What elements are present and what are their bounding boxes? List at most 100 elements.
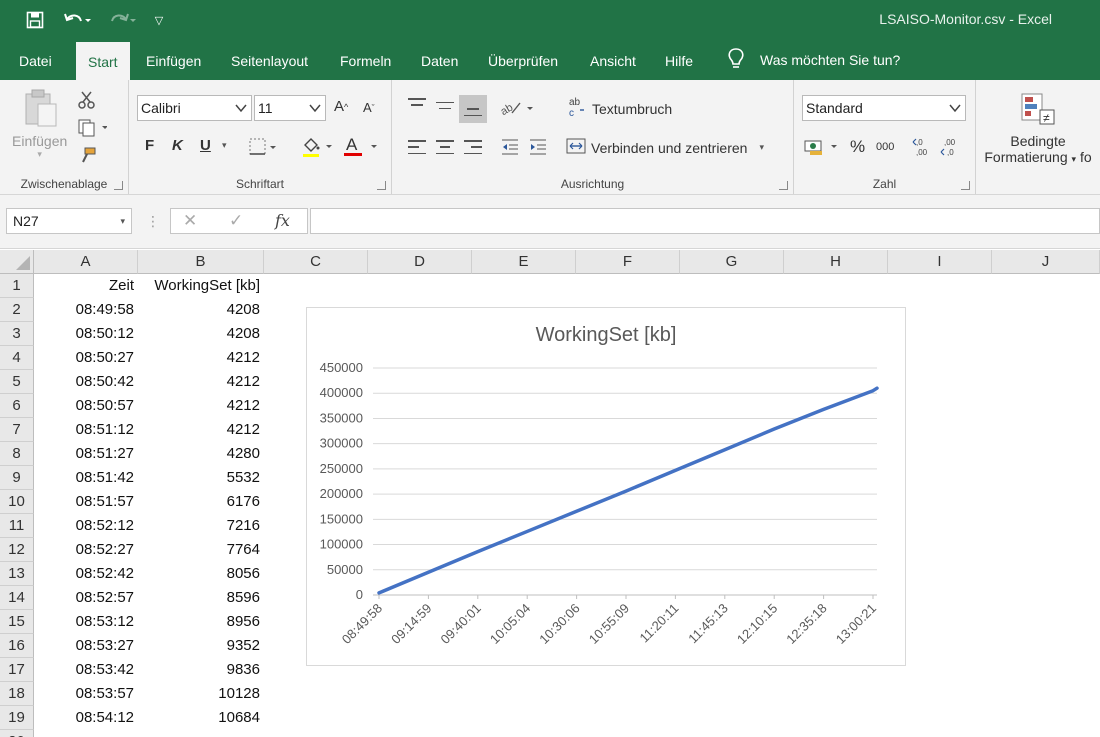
column-header[interactable]: H bbox=[784, 250, 888, 274]
cell-b[interactable]: 8596 bbox=[138, 586, 264, 610]
format-painter-icon[interactable] bbox=[77, 146, 97, 166]
row-header[interactable]: 2 bbox=[0, 298, 34, 322]
cell-b[interactable]: 5532 bbox=[138, 466, 264, 490]
cell-b[interactable]: 4212 bbox=[138, 418, 264, 442]
font-launcher-icon[interactable] bbox=[377, 181, 386, 190]
tab-einfuegen[interactable]: Einfügen bbox=[134, 40, 213, 80]
merge-center-button[interactable]: Verbinden und zentrieren ▾ bbox=[566, 136, 764, 159]
cell-b[interactable]: 8056 bbox=[138, 562, 264, 586]
cell-a[interactable] bbox=[34, 730, 138, 737]
thousands-separator-button[interactable]: 000 bbox=[876, 141, 894, 153]
cell-b[interactable]: 7216 bbox=[138, 514, 264, 538]
cell-b[interactable] bbox=[138, 730, 264, 737]
select-all-corner[interactable] bbox=[0, 250, 34, 274]
save-icon[interactable] bbox=[22, 8, 48, 32]
number-launcher-icon[interactable] bbox=[961, 181, 970, 190]
cell-a[interactable]: 08:53:42 bbox=[34, 658, 138, 682]
align-middle-icon[interactable] bbox=[436, 100, 454, 114]
cell-b[interactable]: 10128 bbox=[138, 682, 264, 706]
align-bottom-icon[interactable] bbox=[459, 95, 487, 123]
cell-b[interactable]: 4280 bbox=[138, 442, 264, 466]
bold-button[interactable]: F bbox=[145, 137, 154, 154]
tab-datei[interactable]: Datei bbox=[7, 40, 64, 80]
row-header[interactable]: 12 bbox=[0, 538, 34, 562]
column-header[interactable]: I bbox=[888, 250, 992, 274]
cell-a[interactable]: 08:50:42 bbox=[34, 370, 138, 394]
cell-b[interactable]: 9352 bbox=[138, 634, 264, 658]
tell-me-search[interactable]: Was möchten Sie tun? bbox=[726, 40, 900, 80]
row-header[interactable]: 5 bbox=[0, 370, 34, 394]
increase-indent-icon[interactable] bbox=[528, 138, 548, 156]
cell-a[interactable]: 08:52:12 bbox=[34, 514, 138, 538]
cell-a[interactable]: 08:52:42 bbox=[34, 562, 138, 586]
clipboard-launcher-icon[interactable] bbox=[114, 181, 123, 190]
chevron-down-icon[interactable]: ▾ bbox=[120, 209, 125, 233]
cell-b[interactable]: 7764 bbox=[138, 538, 264, 562]
font-size-select[interactable]: 11 bbox=[254, 95, 326, 121]
cell-a[interactable]: 08:53:57 bbox=[34, 682, 138, 706]
row-header[interactable]: 14 bbox=[0, 586, 34, 610]
cancel-icon[interactable]: ✕ bbox=[183, 211, 197, 231]
cell-a[interactable]: 08:49:58 bbox=[34, 298, 138, 322]
row-header[interactable]: 13 bbox=[0, 562, 34, 586]
cell-a[interactable]: 08:52:57 bbox=[34, 586, 138, 610]
cell-b[interactable]: 4208 bbox=[138, 322, 264, 346]
cell-a[interactable]: 08:54:12 bbox=[34, 706, 138, 730]
row-header[interactable]: 8 bbox=[0, 442, 34, 466]
cell-a[interactable]: 08:53:12 bbox=[34, 610, 138, 634]
row-header[interactable]: 15 bbox=[0, 610, 34, 634]
column-header[interactable]: J bbox=[992, 250, 1100, 274]
align-top-icon[interactable] bbox=[408, 98, 426, 112]
cell-b[interactable]: 4208 bbox=[138, 298, 264, 322]
row-header[interactable]: 17 bbox=[0, 658, 34, 682]
shrink-font-icon[interactable]: Aˇ bbox=[363, 100, 375, 115]
column-header[interactable]: E bbox=[472, 250, 576, 274]
fill-color-icon[interactable] bbox=[301, 136, 333, 158]
column-header[interactable]: A bbox=[34, 250, 138, 274]
merge-dropdown-icon[interactable]: ▾ bbox=[759, 142, 764, 153]
row-header[interactable]: 6 bbox=[0, 394, 34, 418]
align-left-icon[interactable] bbox=[408, 140, 426, 154]
tab-seitenlayout[interactable]: Seitenlayout bbox=[219, 40, 320, 80]
cell-a[interactable]: 08:50:57 bbox=[34, 394, 138, 418]
row-header[interactable]: 4 bbox=[0, 346, 34, 370]
row-header[interactable]: 19 bbox=[0, 706, 34, 730]
align-center-icon[interactable] bbox=[436, 140, 454, 154]
cell-a[interactable]: 08:51:12 bbox=[34, 418, 138, 442]
undo-icon[interactable] bbox=[58, 8, 96, 32]
tab-ansicht[interactable]: Ansicht bbox=[578, 40, 648, 80]
cell-b[interactable]: 4212 bbox=[138, 346, 264, 370]
tab-ueberpruefen[interactable]: Überprüfen bbox=[476, 40, 570, 80]
column-header[interactable]: B bbox=[138, 250, 264, 274]
increase-decimal-icon[interactable]: ,0,00 bbox=[912, 136, 934, 158]
alignment-launcher-icon[interactable] bbox=[779, 181, 788, 190]
cell-a[interactable]: Zeit bbox=[34, 274, 138, 298]
conditional-formatting-button[interactable]: ≠ Bedingte Formatierung ▾ fo bbox=[984, 90, 1092, 165]
underline-dropdown-icon[interactable]: ▾ bbox=[222, 140, 227, 151]
cell-a[interactable]: 08:51:27 bbox=[34, 442, 138, 466]
cell-a[interactable]: 08:51:57 bbox=[34, 490, 138, 514]
cell-a[interactable]: 08:52:27 bbox=[34, 538, 138, 562]
row-header[interactable]: 10 bbox=[0, 490, 34, 514]
borders-icon[interactable] bbox=[249, 138, 277, 156]
accounting-format-icon[interactable] bbox=[804, 137, 840, 157]
tab-hilfe[interactable]: Hilfe bbox=[653, 40, 705, 80]
row-header[interactable]: 1 bbox=[0, 274, 34, 298]
decrease-decimal-icon[interactable]: ,00,0 bbox=[940, 136, 962, 158]
cell-b[interactable]: WorkingSet [kb] bbox=[138, 274, 264, 298]
row-header[interactable]: 20 bbox=[0, 730, 34, 737]
enter-icon[interactable]: ✓ bbox=[229, 211, 243, 231]
align-right-icon[interactable] bbox=[464, 140, 482, 154]
cell-b[interactable]: 9836 bbox=[138, 658, 264, 682]
decrease-indent-icon[interactable] bbox=[500, 138, 520, 156]
paste-button[interactable]: Einfügen ▾ bbox=[12, 88, 67, 160]
column-header[interactable]: C bbox=[264, 250, 368, 274]
grow-font-icon[interactable]: A ^ bbox=[334, 98, 348, 115]
orientation-icon[interactable]: ab bbox=[500, 98, 534, 118]
cell-b[interactable]: 8956 bbox=[138, 610, 264, 634]
name-box[interactable]: N27 ▾ bbox=[6, 208, 132, 234]
redo-icon[interactable] bbox=[104, 8, 140, 32]
cell-b[interactable]: 6176 bbox=[138, 490, 264, 514]
insert-function-icon[interactable]: fx bbox=[275, 211, 290, 230]
cell-b[interactable]: 4212 bbox=[138, 370, 264, 394]
